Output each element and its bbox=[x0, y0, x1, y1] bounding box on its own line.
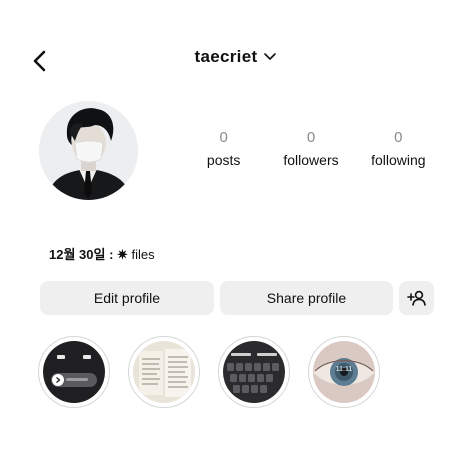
following-count: 0 bbox=[394, 129, 403, 146]
profile-photo bbox=[39, 101, 138, 200]
chevron-down-icon[interactable] bbox=[263, 49, 279, 65]
account-switcher: taecriet bbox=[0, 47, 474, 67]
followers-count: 0 bbox=[306, 129, 316, 146]
highlight-1[interactable] bbox=[38, 336, 110, 408]
back-button[interactable] bbox=[26, 48, 52, 74]
highlight-4[interactable]: 11:11 bbox=[308, 336, 380, 408]
bio: 12월 30일 : ✷ files bbox=[49, 244, 155, 263]
highlight-2[interactable] bbox=[128, 336, 200, 408]
highlight-3-cover bbox=[223, 341, 285, 403]
following-label: following bbox=[371, 152, 426, 168]
edit-profile-label: Edit profile bbox=[93, 290, 161, 306]
bio-text: files bbox=[127, 247, 155, 262]
stat-posts[interactable]: 0 posts bbox=[180, 128, 267, 168]
share-profile-button[interactable]: Share profile bbox=[220, 281, 393, 315]
discover-people-button[interactable] bbox=[399, 281, 434, 315]
highlight-4-cover: 11:11 bbox=[313, 341, 375, 403]
followers-label: followers bbox=[283, 152, 339, 168]
chevron-left-icon bbox=[33, 50, 46, 72]
stat-followers[interactable]: 0 followers bbox=[267, 128, 354, 168]
profile-stats: 0 posts 0 followers 0 following bbox=[180, 128, 442, 168]
share-profile-label: Share profile bbox=[266, 290, 347, 306]
posts-label: posts bbox=[206, 152, 241, 168]
username[interactable]: taecriet bbox=[195, 47, 258, 67]
bio-date: 12월 30일 : bbox=[49, 247, 118, 262]
person-add-icon bbox=[406, 290, 426, 306]
highlight-4-text: 11:11 bbox=[336, 366, 353, 373]
stat-following[interactable]: 0 following bbox=[355, 128, 442, 168]
posts-count: 0 bbox=[219, 129, 228, 146]
edit-profile-button[interactable]: Edit profile bbox=[40, 281, 214, 315]
highlight-1-cover bbox=[43, 341, 105, 403]
highlight-3[interactable] bbox=[218, 336, 290, 408]
star-icon: ✷ bbox=[117, 247, 128, 262]
highlight-2-cover bbox=[133, 341, 195, 403]
avatar[interactable] bbox=[39, 101, 138, 200]
